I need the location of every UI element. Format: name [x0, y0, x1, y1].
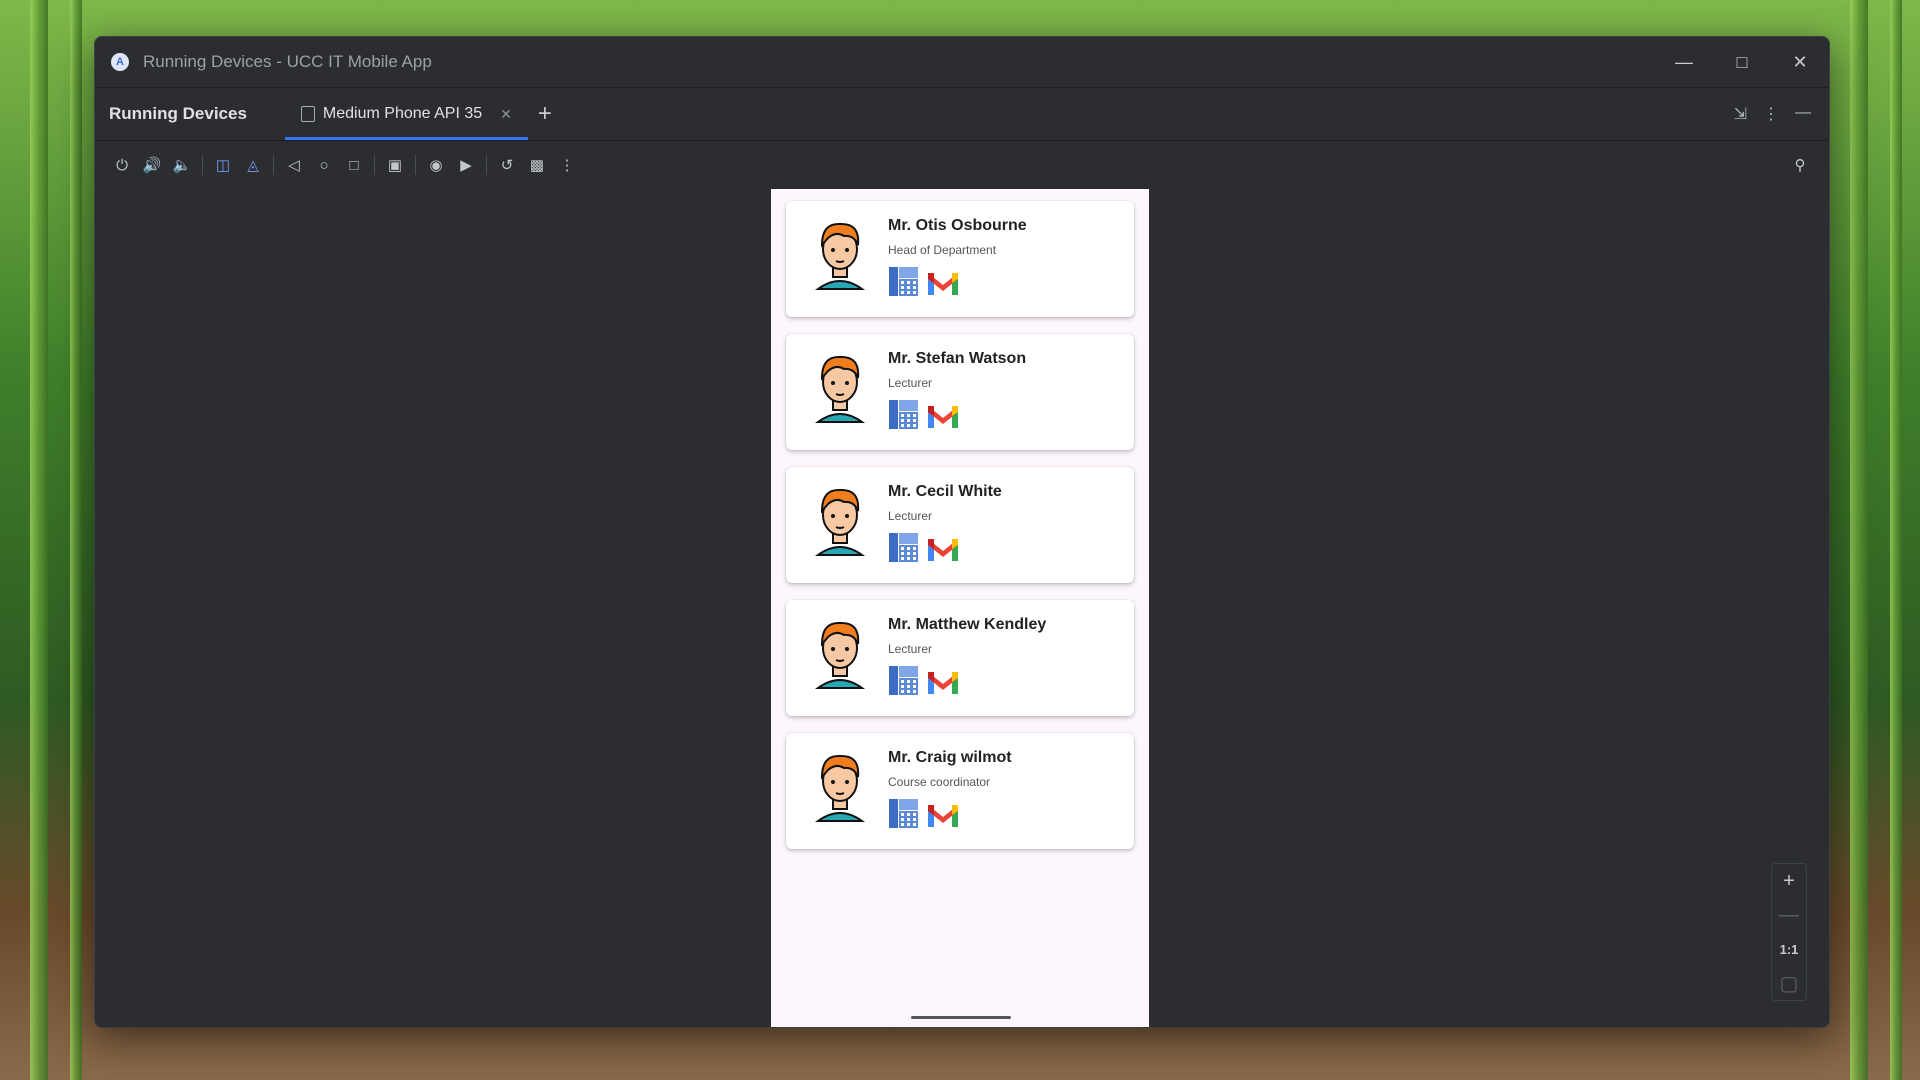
device-display-area: Mr. Otis Osbourne Head of Department Mr. S… [95, 189, 1829, 1027]
more-options-icon[interactable]: ⋮ [1763, 104, 1779, 124]
back-icon[interactable]: ◁ [279, 151, 309, 179]
contact-role: Head of Department [888, 243, 997, 257]
divider [486, 155, 487, 175]
gmail-icon[interactable] [926, 269, 960, 302]
device-tab-bar: Running Devices Medium Phone API 35 ✕ + … [95, 88, 1829, 141]
device-toolbar: ⏻ 🔊 🔈 ◫ ◬ ◁ ○ □ ▣ ◉ ▶ ↺ ▩ ⋮ ⚲ [95, 141, 1829, 190]
contact-role: Course coordinator [888, 775, 991, 789]
overview-icon[interactable]: □ [339, 151, 369, 179]
contact-card[interactable]: Mr. Matthew Kendley Lecturer [786, 600, 1134, 716]
window-title: Running Devices - UCC IT Mobile App [143, 52, 432, 71]
volume-up-icon[interactable]: 🔊 [137, 151, 167, 179]
restore-layout-icon[interactable]: ⇲ [1734, 104, 1747, 124]
zoom-out-icon[interactable]: — [1772, 898, 1806, 932]
contact-card[interactable]: Mr. Cecil White Lecturer [786, 467, 1134, 583]
mirror-input-icon[interactable]: ▩ [522, 151, 552, 179]
tab-close-icon[interactable]: ✕ [500, 106, 512, 123]
device-icon [300, 106, 315, 122]
contact-card[interactable]: Mr. Stefan Watson Lecturer [786, 334, 1134, 450]
tool-window-title: Running Devices [109, 104, 247, 123]
divider [415, 155, 416, 175]
title-bar: A Running Devices - UCC IT Mobile App — … [95, 37, 1829, 88]
phone-screen[interactable]: Mr. Otis Osbourne Head of Department Mr. S… [771, 189, 1149, 1027]
hide-panel-icon[interactable]: — [1795, 104, 1811, 124]
zoom-in-icon[interactable]: + [1772, 864, 1806, 898]
avatar [814, 618, 866, 690]
contact-name: Mr. Cecil White [888, 483, 1002, 500]
gmail-icon[interactable] [926, 668, 960, 701]
snapshot-icon[interactable]: ↺ [492, 151, 522, 179]
gesture-handle[interactable] [911, 1016, 1011, 1019]
home-icon[interactable]: ○ [309, 151, 339, 179]
screenshot-icon[interactable]: ◉ [421, 151, 451, 179]
ide-window: A Running Devices - UCC IT Mobile App — … [94, 36, 1830, 1028]
divider [202, 155, 203, 175]
maximize-icon[interactable]: □ [1713, 52, 1771, 73]
contact-card[interactable]: Mr. Craig wilmot Course coordinator [786, 733, 1134, 849]
zoom-fit-icon[interactable]: ▢ [1772, 966, 1806, 1000]
close-icon[interactable]: ✕ [1771, 52, 1829, 73]
rotate-left-icon[interactable]: ◫ [208, 151, 238, 179]
divider [273, 155, 274, 175]
contact-role: Lecturer [888, 376, 933, 390]
android-studio-icon: A [111, 53, 129, 71]
contact-card[interactable]: Mr. Otis Osbourne Head of Department [786, 201, 1134, 317]
contact-name: Mr. Craig wilmot [888, 749, 1012, 766]
avatar [814, 751, 866, 823]
phone-call-icon[interactable] [888, 797, 920, 834]
avatar [814, 219, 866, 291]
tab-label: Medium Phone API 35 [322, 105, 483, 122]
gmail-icon[interactable] [926, 402, 960, 435]
device-explorer-icon[interactable]: ⚲ [1785, 151, 1815, 179]
fold-icon[interactable]: ▣ [380, 151, 410, 179]
phone-call-icon[interactable] [888, 398, 920, 435]
phone-call-icon[interactable] [888, 265, 920, 302]
avatar [814, 485, 866, 557]
minimize-icon[interactable]: — [1655, 52, 1713, 73]
phone-call-icon[interactable] [888, 531, 920, 568]
zoom-actual-size-button[interactable]: 1:1 [1772, 932, 1806, 966]
contact-name: Mr. Stefan Watson [888, 350, 1027, 367]
contact-role: Lecturer [888, 642, 933, 656]
rotate-right-icon[interactable]: ◬ [238, 151, 268, 179]
contact-role: Lecturer [888, 509, 933, 523]
gmail-icon[interactable] [926, 535, 960, 568]
add-device-icon[interactable]: + [538, 100, 552, 128]
contact-name: Mr. Matthew Kendley [888, 616, 1047, 633]
divider [374, 155, 375, 175]
tab-medium-phone[interactable]: Medium Phone API 35 ✕ [284, 88, 528, 140]
contact-name: Mr. Otis Osbourne [888, 217, 1027, 234]
gmail-icon[interactable] [926, 801, 960, 834]
zoom-controls: + — 1:1 ▢ [1771, 863, 1807, 1001]
screen-record-icon[interactable]: ▶ [451, 151, 481, 179]
phone-call-icon[interactable] [888, 664, 920, 701]
more-actions-icon[interactable]: ⋮ [552, 151, 582, 179]
power-icon[interactable]: ⏻ [107, 151, 137, 179]
volume-down-icon[interactable]: 🔈 [167, 151, 197, 179]
avatar [814, 352, 866, 424]
